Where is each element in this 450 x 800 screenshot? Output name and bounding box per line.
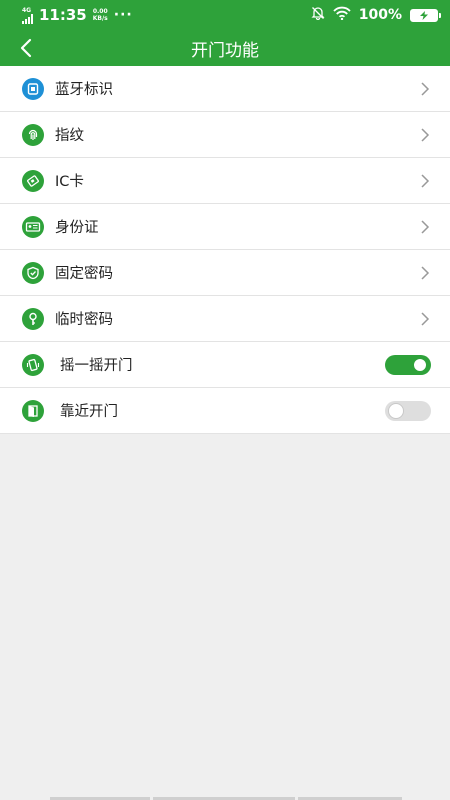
list-item-label: 指纹 — [55, 128, 84, 144]
status-time: 11:35 — [39, 6, 87, 24]
shake-phone-icon — [22, 353, 44, 376]
list-item-label: 身份证 — [55, 220, 99, 236]
network-type: 4G — [22, 6, 32, 14]
switch-knob — [412, 357, 428, 373]
network-speed: 0.00 KB/s — [93, 8, 108, 22]
bluetooth-tag-icon — [22, 77, 44, 100]
chevron-right-icon — [421, 266, 430, 280]
page-title: 开门功能 — [191, 40, 259, 61]
list-item-label: 临时密码 — [55, 312, 113, 328]
chevron-right-icon — [421, 220, 430, 234]
status-left: 4G 11:35 0.00 KB/s ··· — [22, 6, 133, 24]
list-item-label: 蓝牙标识 — [55, 82, 113, 98]
chevron-right-icon — [421, 82, 430, 96]
chevron-right-icon — [421, 174, 430, 188]
toggle-label: 靠近开门 — [60, 404, 118, 420]
signal-icon — [22, 13, 33, 24]
fingerprint-icon — [22, 123, 44, 146]
list-item-bluetooth[interactable]: 蓝牙标识 — [0, 66, 450, 112]
back-button[interactable] — [12, 34, 40, 62]
network-indicator: 4G — [22, 7, 33, 24]
app-bar: 开门功能 — [0, 30, 450, 66]
wifi-icon — [333, 6, 351, 24]
chevron-right-icon — [421, 312, 430, 326]
list-item-id-card[interactable]: 身份证 — [0, 204, 450, 250]
toggle-row-shake-to-open: 摇一摇开门 — [0, 342, 450, 388]
list-item-fixed-password[interactable]: 固定密码 — [0, 250, 450, 296]
status-bar: 4G 11:35 0.00 KB/s ··· 100% — [0, 0, 450, 30]
list-item-label: IC卡 — [55, 174, 84, 190]
toggle-row-proximity-open: 靠近开门 — [0, 388, 450, 434]
shake-to-open-switch[interactable] — [385, 355, 431, 375]
chevron-left-icon — [20, 38, 32, 58]
id-card-icon — [22, 215, 44, 238]
key-icon — [22, 307, 44, 330]
ic-card-icon — [22, 169, 44, 192]
list-item-temporary-password[interactable]: 临时密码 — [0, 296, 450, 342]
battery-percent: 100% — [358, 7, 402, 23]
list-item-label: 固定密码 — [55, 266, 113, 282]
door-open-methods-list: 蓝牙标识 指纹 IC卡 身份证 固定密码 临时密码 摇一摇开门 靠近开门 — [0, 66, 450, 434]
more-notifications-icon: ··· — [113, 7, 133, 23]
speed-unit: KB/s — [92, 15, 108, 22]
battery-icon — [410, 8, 441, 22]
proximity-open-switch[interactable] — [385, 401, 431, 421]
switch-knob — [388, 403, 404, 419]
list-item-ic-card[interactable]: IC卡 — [0, 158, 450, 204]
mute-bell-icon — [311, 6, 325, 24]
list-item-fingerprint[interactable]: 指纹 — [0, 112, 450, 158]
door-icon — [22, 399, 44, 422]
toggle-label: 摇一摇开门 — [60, 358, 133, 374]
status-right: 100% — [311, 6, 441, 24]
shield-icon — [22, 261, 44, 284]
chevron-right-icon — [421, 128, 430, 142]
speed-value: 0.00 — [92, 8, 108, 15]
